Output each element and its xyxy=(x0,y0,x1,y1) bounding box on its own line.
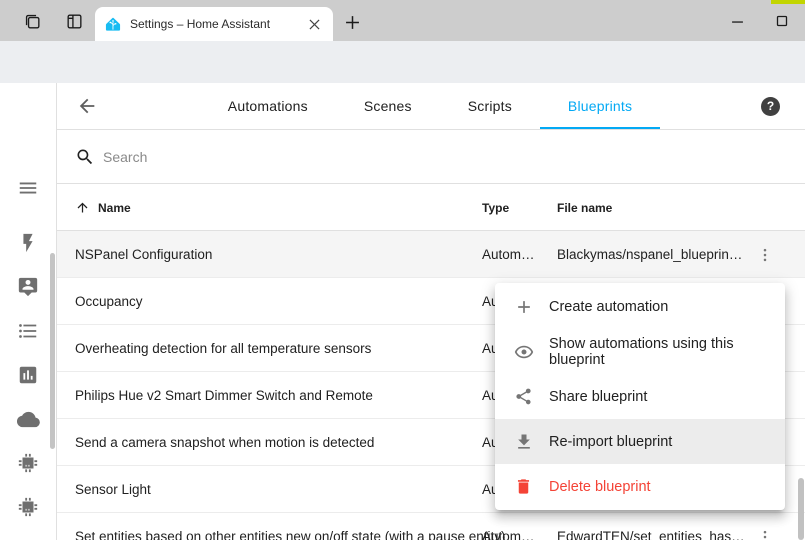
row-file: Blackymas/nspanel_blueprin… xyxy=(557,231,742,278)
row-type: Autom… xyxy=(482,513,535,540)
menu-item-delete-blueprint[interactable]: Delete blueprint xyxy=(495,464,785,509)
row-type: Autom… xyxy=(482,231,535,278)
menu-item-reimport-blueprint[interactable]: Re-import blueprint xyxy=(495,419,785,464)
tab-automations[interactable]: Automations xyxy=(200,83,336,129)
help-icon[interactable]: ? xyxy=(761,97,780,116)
table-row[interactable]: Set entities based on other entities new… xyxy=(57,513,805,540)
table-header: Name Type File name xyxy=(57,184,805,231)
tab-scenes[interactable]: Scenes xyxy=(336,83,440,129)
share-icon xyxy=(513,386,534,407)
eye-icon xyxy=(513,341,534,362)
delete-icon xyxy=(513,476,534,497)
sidebar-scrollbar[interactable] xyxy=(50,253,55,449)
vertical-tabs-icon[interactable] xyxy=(62,9,86,33)
menu-icon[interactable] xyxy=(0,177,56,201)
plus-icon xyxy=(513,296,534,317)
close-tab-icon[interactable] xyxy=(305,15,323,33)
search-input[interactable] xyxy=(103,149,403,165)
row-name: Occupancy xyxy=(75,278,143,325)
map-person-icon[interactable] xyxy=(16,275,40,299)
menu-item-show-automations[interactable]: Show automations using this blueprint xyxy=(495,329,785,374)
blueprint-context-menu: Create automation Show automations using… xyxy=(495,283,785,510)
chip-icon[interactable] xyxy=(16,495,40,519)
page-scrollbar[interactable] xyxy=(798,478,804,540)
table-row[interactable]: NSPanel Configuration Autom… Blackymas/n… xyxy=(57,231,805,278)
row-overflow-menu-icon[interactable] xyxy=(753,243,777,267)
browser-toolbar: Not secure homeassistant.local :8123/...… xyxy=(0,41,805,83)
workspaces-icon[interactable] xyxy=(20,9,44,33)
chip-icon[interactable] xyxy=(16,451,40,475)
row-name: Send a camera snapshot when motion is de… xyxy=(75,419,374,466)
tab-title: Settings – Home Assistant xyxy=(130,17,305,31)
ha-tab-strip: Automations Scenes Scripts Blueprints xyxy=(99,83,761,129)
maximize-icon[interactable] xyxy=(768,8,796,34)
ha-back-icon[interactable] xyxy=(75,94,99,118)
flash-icon[interactable] xyxy=(16,231,40,255)
home-assistant-favicon xyxy=(105,16,121,32)
menu-item-create-automation[interactable]: Create automation xyxy=(495,284,785,329)
logbook-list-icon[interactable] xyxy=(16,319,40,343)
minimize-icon[interactable] xyxy=(723,8,751,34)
search-bar xyxy=(57,130,805,184)
browser-tab-bar: Settings – Home Assistant xyxy=(0,0,805,41)
tab-scripts[interactable]: Scripts xyxy=(440,83,540,129)
sort-arrow-icon xyxy=(75,200,91,216)
row-file: EdwardTEN/set_entities_has… xyxy=(557,513,745,540)
row-overflow-menu-icon[interactable] xyxy=(753,525,777,540)
ha-sidebar xyxy=(0,83,57,540)
row-name: Sensor Light xyxy=(75,466,151,513)
history-chart-icon[interactable] xyxy=(16,363,40,387)
row-name: Set entities based on other entities new… xyxy=(75,513,506,540)
column-type[interactable]: Type xyxy=(482,184,509,231)
browser-window: Settings – Home Assistant Not secur xyxy=(0,0,805,540)
menu-item-share-blueprint[interactable]: Share blueprint xyxy=(495,374,785,419)
column-file-name[interactable]: File name xyxy=(557,184,612,231)
download-icon xyxy=(513,431,534,452)
tab-blueprints[interactable]: Blueprints xyxy=(540,83,660,129)
column-name[interactable]: Name xyxy=(75,184,131,231)
row-name: NSPanel Configuration xyxy=(75,231,212,278)
screen-corner-strip xyxy=(771,0,805,4)
new-tab-icon[interactable] xyxy=(341,11,363,33)
active-browser-tab[interactable]: Settings – Home Assistant xyxy=(95,7,333,41)
search-icon xyxy=(74,146,96,168)
row-name: Overheating detection for all temperatur… xyxy=(75,325,371,372)
ha-header: Automations Scenes Scripts Blueprints ? xyxy=(57,83,805,130)
cloud-icon[interactable] xyxy=(16,407,40,431)
row-name: Philips Hue v2 Smart Dimmer Switch and R… xyxy=(75,372,373,419)
